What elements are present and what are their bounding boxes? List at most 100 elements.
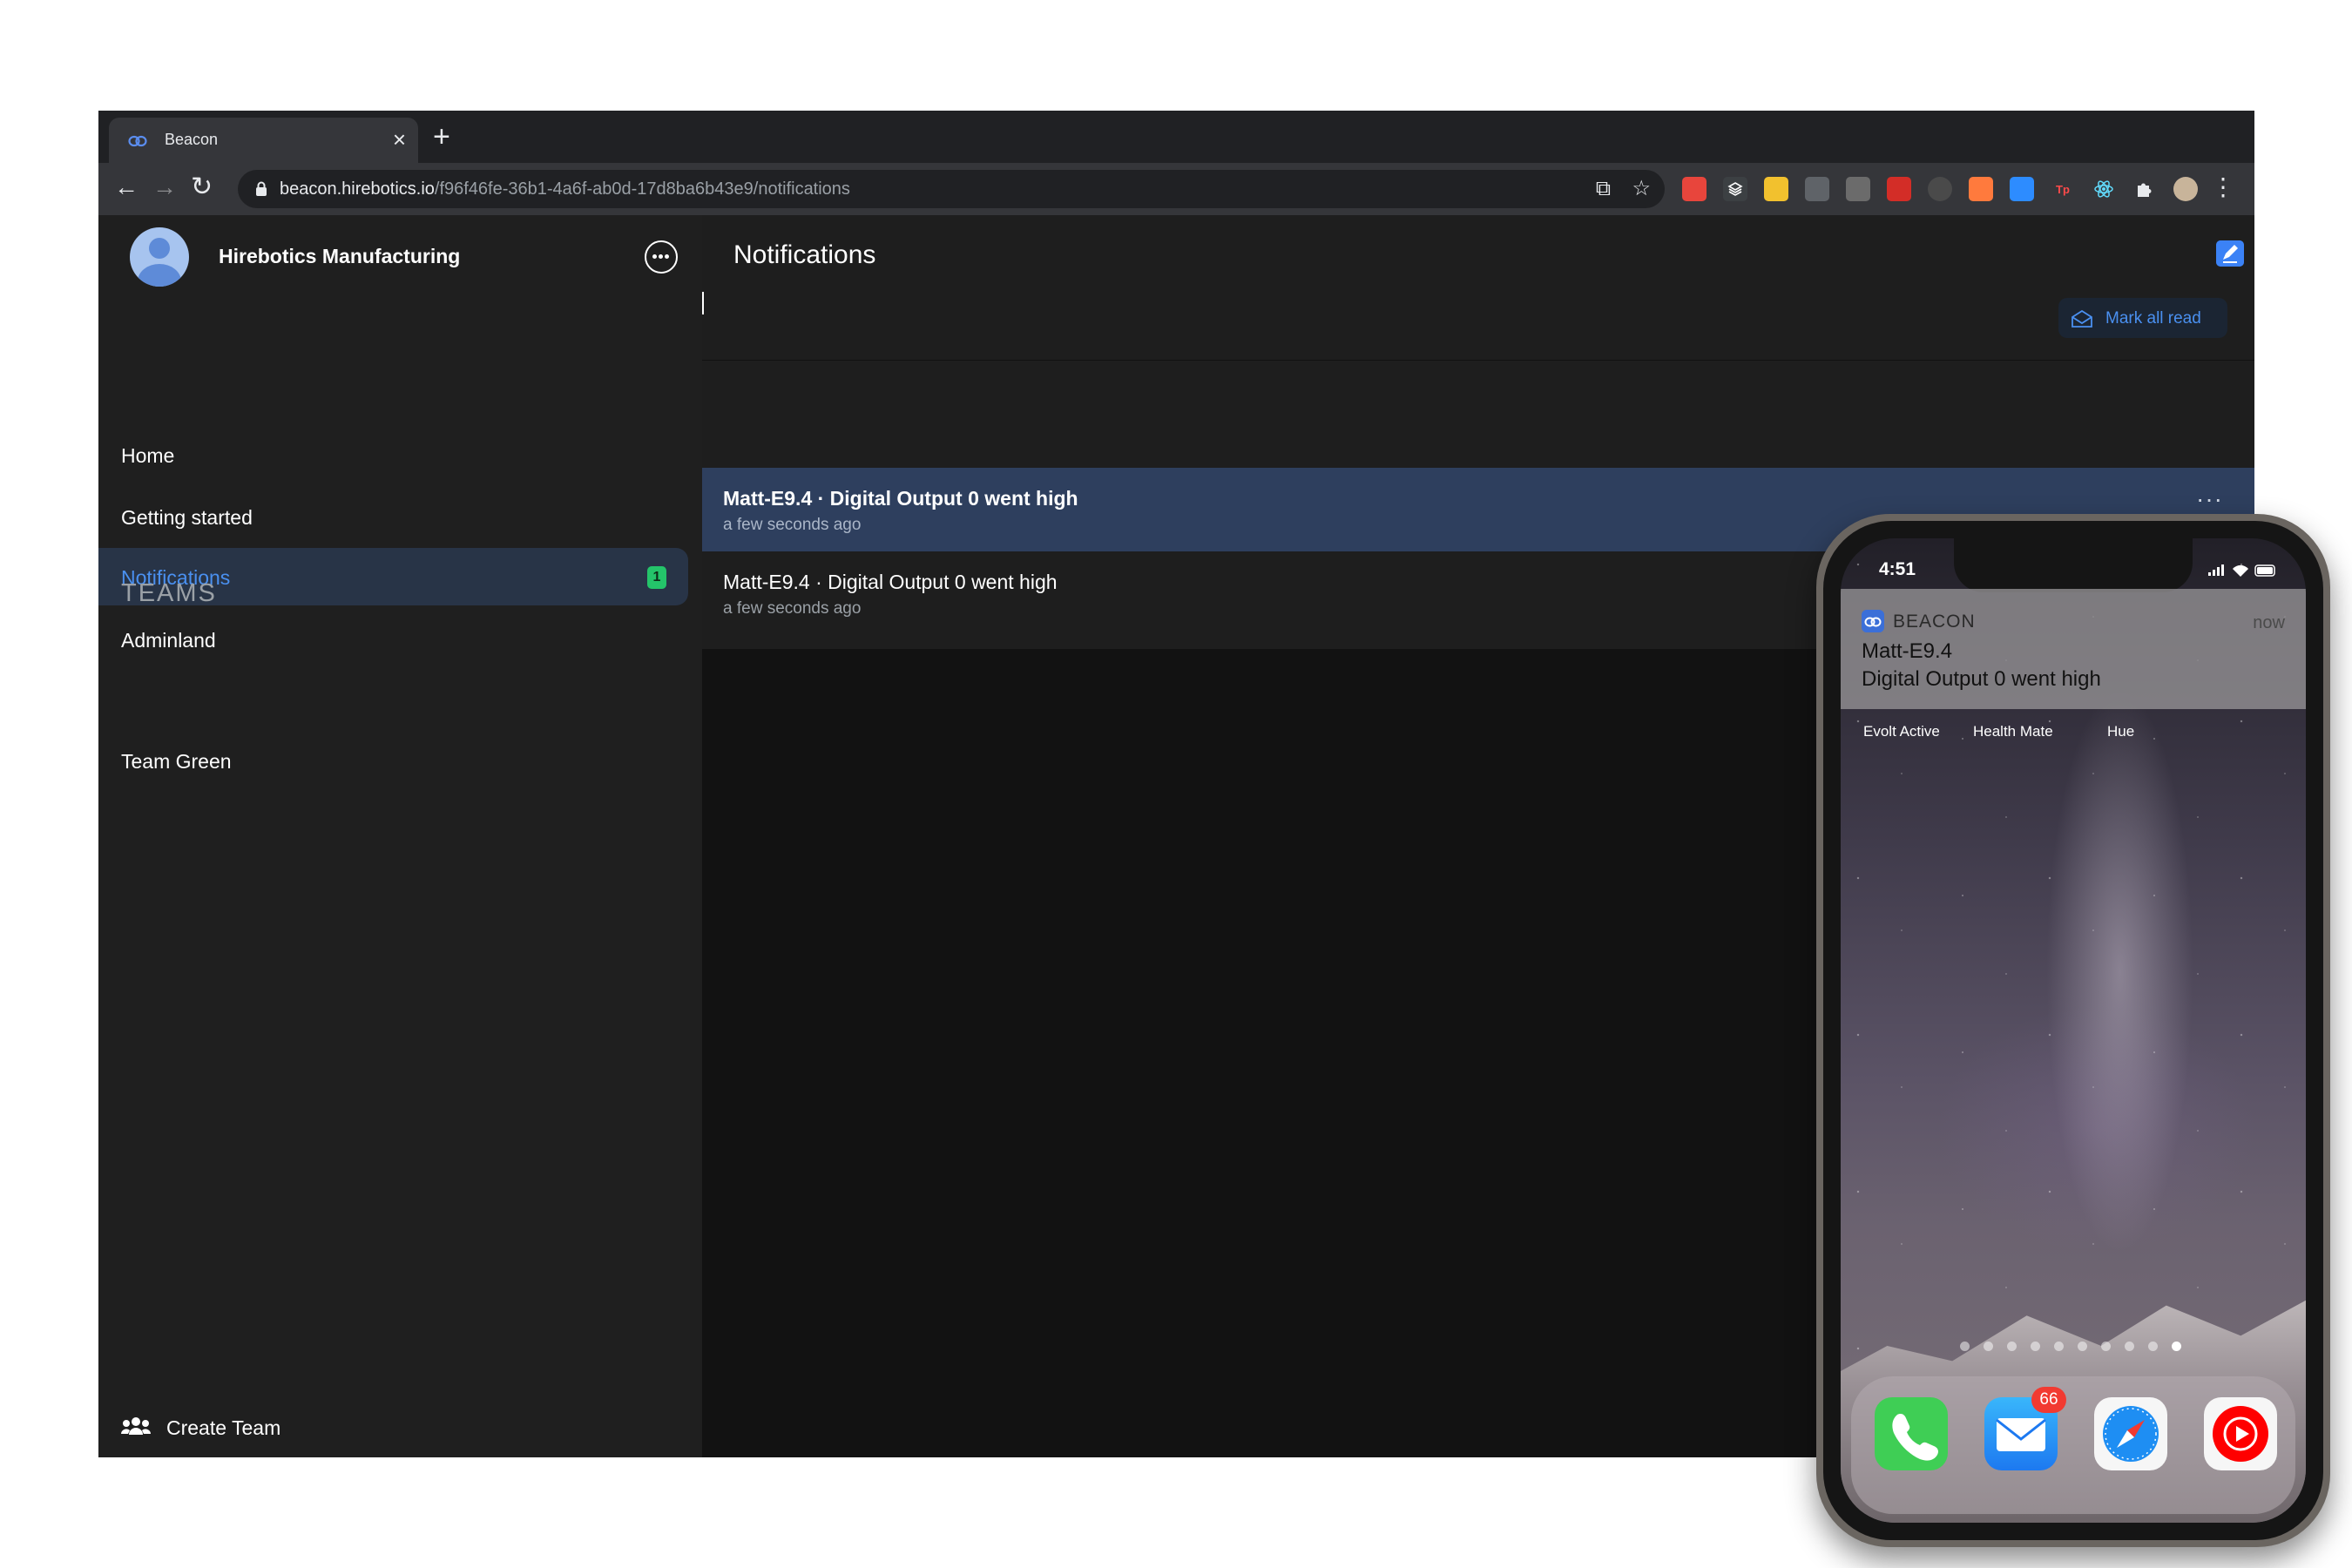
compose-icon[interactable] [2216,240,2244,267]
dot [659,254,663,259]
envelope-open-icon [2072,310,2092,328]
page-dot [2007,1342,2017,1351]
extensions-bar: Tp [1682,177,2198,201]
sidebar-item-home[interactable]: Home [98,426,688,483]
bookmark-star-icon[interactable]: ☆ [1632,177,1651,201]
react-devtools-extension-icon[interactable] [2092,177,2116,201]
tab-title: Beacon [165,131,219,148]
org-name: Hirebotics Manufacturing [219,245,461,267]
org-menu-icon[interactable] [645,240,678,274]
sidebar-item-team-green[interactable]: Team Green [98,732,688,789]
push-notification-banner[interactable]: BEACON now Matt-E9.4 Digital Output 0 we… [1841,589,2306,709]
tab-beacon[interactable]: Beacon × [109,118,418,163]
url-host: beacon.hirebotics.io [280,179,435,199]
sticky-note-extension-icon[interactable] [1764,177,1788,201]
beacon-app-icon [1862,610,1884,632]
reader-extension-icon[interactable] [1682,177,1707,201]
page-dot [1984,1342,1993,1351]
mark-all-read-label: Mark all read [2105,309,2201,328]
hubspot-extension-icon[interactable] [1969,177,1993,201]
page-dot [2078,1342,2087,1351]
lastpass-extension-icon[interactable] [1887,177,1911,201]
phone-mockup: 4:51 BEACON now Matt-E9.4 Digital Output… [1816,514,2330,1547]
browser-toolbar: ← → ↻ beacon.hirebotics.io/f96f46fe-36b1… [98,163,2254,215]
profile-avatar-icon[interactable] [2173,177,2198,201]
reload-icon[interactable]: ↻ [191,172,213,203]
lock-icon [256,181,267,196]
tab-close-icon[interactable]: × [393,126,406,152]
header-divider [702,360,2254,361]
phone-notch [1954,538,2193,592]
notification-title: Matt-E9.4 · Digital Output 0 went high [723,487,1078,510]
mail-unread-badge: 66 [2031,1387,2066,1413]
new-tab-button[interactable]: + [433,121,450,152]
back-arrow-icon[interactable]: ← [114,172,139,203]
address-bar[interactable]: beacon.hirebotics.io/f96f46fe-36b1-4a6f-… [238,170,1665,208]
sidebar: Hirebotics Manufacturing Home Getting st… [98,215,702,1457]
app-label-evolt[interactable]: Evolt Active [1863,723,1940,740]
app-label-hue[interactable]: Hue [2107,723,2134,740]
notification-title: Matt-E9.4 [1862,639,1953,663]
more-options-icon[interactable]: ··· [2196,485,2223,513]
notification-body: Digital Output 0 went high [1862,667,2101,691]
url-path: /f96f46fe-36b1-4a6f-ab0d-17d8ba6b43e9/no… [434,179,850,199]
status-icons [2208,564,2275,577]
dot [652,254,657,259]
create-team-label: Create Team [166,1416,281,1439]
zoom-extension-icon[interactable] [2010,177,2034,201]
sidebar-item-label: Team Green [121,750,232,773]
text-caret [702,292,704,314]
compass-icon [2103,1406,2159,1462]
unread-count-badge: 1 [647,566,666,589]
puzzle-icon [2138,183,2152,197]
privacy-extension-icon[interactable] [1928,177,1952,201]
tp-extension-icon[interactable]: Tp [2051,177,2075,201]
sidebar-item-getting-started[interactable]: Getting started [98,488,688,545]
extensions-puzzle-icon[interactable] [2132,177,2157,201]
app-label-health-mate[interactable]: Health Mate [1973,723,2053,740]
phone-dock: 66 [1851,1376,2295,1514]
sidebar-item-label: Adminland [121,629,216,652]
page-dot [2148,1342,2158,1351]
phone-clock: 4:51 [1879,559,1916,579]
notification-title: Matt-E9.4 · Digital Output 0 went high [723,571,1058,593]
mail-app-icon[interactable]: 66 [1984,1387,2066,1470]
safari-app-icon[interactable] [2094,1397,2167,1470]
home-app-labels: Evolt Active Health Mate Hue [1841,723,2306,744]
page-title: Notifications [733,240,876,269]
page-dot [2054,1342,2064,1351]
notifications-header: Notifications Mark all read [702,215,2254,468]
page-dot [2125,1342,2134,1351]
grammar-extension-icon[interactable] [1846,177,1870,201]
forward-arrow-icon[interactable]: → [152,172,177,203]
notification-timestamp: now [2253,613,2285,632]
page-dot [2101,1342,2111,1351]
url-text[interactable]: beacon.hirebotics.io/f96f46fe-36b1-4a6f-… [280,179,850,199]
open-in-app-icon[interactable]: ⧉ [1596,177,1611,201]
handset-icon [1892,1414,1938,1461]
phone-screen: 4:51 BEACON now Matt-E9.4 Digital Output… [1841,538,2306,1523]
beacon-logo-icon [128,135,147,147]
music-play-icon [2213,1406,2268,1462]
teams-heading: TEAMS [121,579,217,607]
mark-all-read-button[interactable]: Mark all read [2058,298,2227,338]
dot [665,254,669,259]
atom-icon [2094,180,2113,198]
drive-extension-icon[interactable] [1805,177,1829,201]
sidebar-item-label: Home [121,444,175,467]
phone-app-icon[interactable] [1875,1397,1948,1470]
sidebar-item-adminland[interactable]: Adminland [98,611,688,668]
org-avatar[interactable] [130,227,189,287]
notification-app-name: BEACON [1893,612,1976,632]
layers-icon [1727,182,1743,196]
notification-time: a few seconds ago [723,599,862,618]
page-indicator[interactable] [1841,1342,2306,1354]
browser-menu-icon[interactable]: ⋮ [2211,173,2235,201]
buffer-extension-icon[interactable] [1723,177,1747,201]
page-dot-active [2172,1342,2181,1351]
avatar-head [149,238,170,259]
avatar-body [138,264,181,287]
tab-strip: Beacon × + [98,111,2254,163]
page-dot [2031,1342,2040,1351]
youtube-music-app-icon[interactable] [2204,1397,2277,1470]
